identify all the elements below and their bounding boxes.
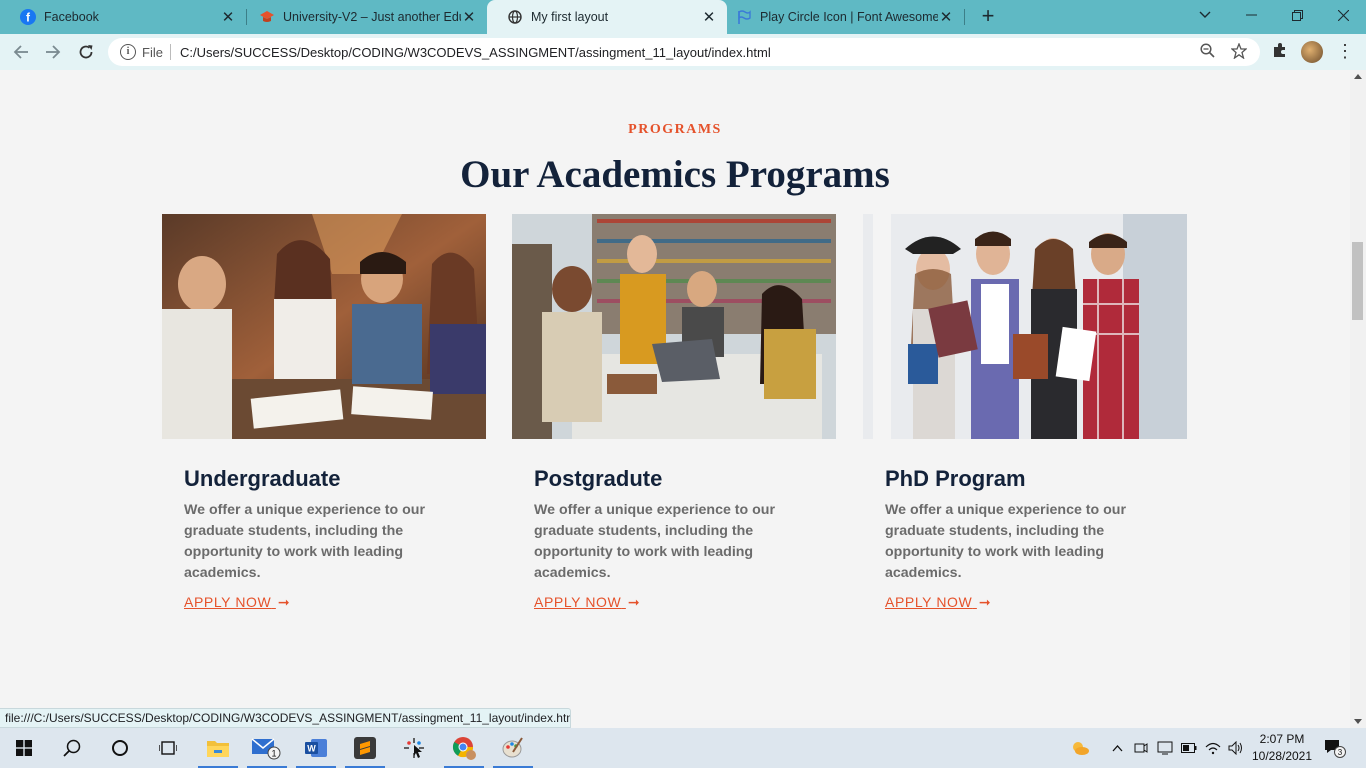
- card-description: We offer a unique experience to our grad…: [534, 502, 775, 581]
- close-icon[interactable]: ✕: [220, 8, 236, 26]
- task-view-icon[interactable]: [144, 728, 192, 768]
- students-with-books-photo: [863, 214, 1187, 439]
- tab-strip: f Facebook ✕ University-V2 – Just anothe…: [0, 0, 1366, 34]
- windows-taskbar: 1 W 2:07 PM 10/28/2021 3: [0, 728, 1366, 768]
- new-tab-button[interactable]: +: [976, 4, 1000, 28]
- wifi-icon[interactable]: [1204, 738, 1222, 758]
- card-title: Undergraduate: [184, 466, 341, 491]
- tab-facebook[interactable]: f Facebook ✕: [0, 0, 246, 34]
- windows-start-icon[interactable]: [0, 728, 48, 768]
- card-description: We offer a unique experience to our grad…: [184, 502, 425, 581]
- url-text[interactable]: C:/Users/SUCCESS/Desktop/CODING/W3CODEVS…: [180, 45, 771, 60]
- facebook-icon: f: [20, 9, 36, 25]
- cortana-icon[interactable]: [96, 728, 144, 768]
- zoom-icon[interactable]: [1198, 43, 1216, 61]
- site-info-icon[interactable]: i: [120, 44, 136, 60]
- file-explorer-icon[interactable]: [194, 728, 242, 768]
- scheme-label: File: [142, 45, 163, 60]
- program-card-undergraduate: Undergraduate We offer a unique experien…: [162, 214, 486, 610]
- tab-title: Play Circle Icon | Font Awesome: [760, 10, 938, 24]
- volume-icon[interactable]: [1226, 738, 1246, 758]
- right-arrow-icon: ➞: [627, 594, 641, 610]
- scroll-down-arrow-icon[interactable]: [1354, 719, 1362, 724]
- notification-badge: 3: [1338, 748, 1343, 757]
- sublime-text-icon[interactable]: [341, 728, 389, 768]
- program-card-phd: PhD Program We offer a unique experience…: [863, 214, 1187, 610]
- card-title: PhD Program: [885, 466, 1026, 491]
- section-heading: Our Academics Programs: [460, 153, 890, 196]
- clock-date: 10/28/2021: [1251, 749, 1313, 763]
- right-arrow-icon: ➞: [978, 594, 992, 610]
- omnibox-separator: [170, 44, 171, 60]
- close-icon[interactable]: ✕: [938, 8, 954, 26]
- close-window-button[interactable]: [1320, 0, 1366, 30]
- svg-text:W: W: [307, 744, 316, 754]
- back-arrow-icon[interactable]: [8, 39, 34, 65]
- link-status-bubble: file:///C:/Users/SUCCESS/Desktop/CODING/…: [0, 708, 571, 728]
- address-bar[interactable]: i File C:/Users/SUCCESS/Desktop/CODING/W…: [108, 38, 1260, 66]
- students-studying-photo: [162, 214, 486, 439]
- bookmark-star-icon[interactable]: [1230, 42, 1248, 61]
- apply-now-label: APPLY NOW: [534, 594, 622, 610]
- browser-toolbar: i File C:/Users/SUCCESS/Desktop/CODING/W…: [0, 34, 1366, 70]
- apply-now-label: APPLY NOW: [184, 594, 272, 610]
- tab-title: My first layout: [531, 10, 609, 24]
- close-icon[interactable]: ✕: [461, 8, 477, 26]
- apply-now-link[interactable]: APPLY NOW ➞: [885, 594, 991, 611]
- apply-now-label: APPLY NOW: [885, 594, 973, 610]
- word-icon[interactable]: W: [292, 728, 340, 768]
- show-hidden-icons-chevron-icon[interactable]: [1108, 738, 1126, 758]
- reload-icon[interactable]: [73, 39, 99, 65]
- chrome-icon[interactable]: [440, 728, 488, 768]
- profile-avatar[interactable]: [1301, 41, 1323, 63]
- menu-kebab-icon[interactable]: ⋮: [1336, 41, 1354, 63]
- font-awesome-flag-icon: [736, 9, 752, 25]
- search-icon[interactable]: [48, 728, 96, 768]
- page-scrollbar[interactable]: [1350, 70, 1366, 728]
- battery-icon[interactable]: [1180, 738, 1198, 758]
- restore-button[interactable]: [1274, 0, 1320, 30]
- snipping-tool-icon[interactable]: [390, 728, 438, 768]
- library-group-photo: [512, 214, 836, 439]
- tab-play-circle-icon[interactable]: Play Circle Icon | Font Awesome ✕: [716, 0, 964, 34]
- tab-separator: [964, 9, 965, 25]
- card-title: Postgradute: [534, 466, 663, 491]
- globe-icon: [507, 9, 523, 25]
- section-eyebrow: PROGRAMS: [628, 122, 722, 137]
- close-icon[interactable]: ✕: [701, 8, 717, 26]
- page-viewport: PROGRAMS Our Academics Programs Undergra…: [0, 70, 1350, 728]
- minimize-button[interactable]: [1228, 0, 1274, 30]
- paint-icon[interactable]: [489, 728, 537, 768]
- clock-time: 2:07 PM: [1259, 732, 1305, 746]
- tab-search-chevron-icon[interactable]: [1182, 0, 1228, 30]
- program-card-postgraduate: Postgradute We offer a unique experience…: [512, 214, 836, 610]
- forward-arrow-icon[interactable]: [40, 39, 66, 65]
- card-description: We offer a unique experience to our grad…: [885, 502, 1126, 581]
- scroll-up-arrow-icon[interactable]: [1354, 74, 1362, 79]
- system-clock[interactable]: 2:07 PM 10/28/2021: [1246, 731, 1318, 765]
- weather-icon[interactable]: [1068, 738, 1092, 758]
- university-icon: [259, 9, 275, 25]
- tab-title: University-V2 – Just another Edu: [283, 10, 461, 24]
- scroll-thumb[interactable]: [1352, 242, 1363, 320]
- apply-now-link[interactable]: APPLY NOW ➞: [184, 594, 290, 611]
- display-projector-icon[interactable]: [1155, 738, 1175, 758]
- tab-title: Facebook: [44, 10, 99, 24]
- tab-my-first-layout[interactable]: My first layout ✕: [487, 0, 727, 34]
- meet-now-icon[interactable]: [1132, 738, 1150, 758]
- tab-university[interactable]: University-V2 – Just another Edu ✕: [239, 0, 487, 34]
- extensions-puzzle-icon[interactable]: [1270, 42, 1290, 62]
- apply-now-link[interactable]: APPLY NOW ➞: [534, 594, 640, 611]
- mail-icon[interactable]: 1: [243, 728, 291, 768]
- right-arrow-icon: ➞: [277, 594, 291, 610]
- mail-badge: 1: [271, 749, 276, 759]
- notification-center-icon[interactable]: 3: [1322, 738, 1350, 758]
